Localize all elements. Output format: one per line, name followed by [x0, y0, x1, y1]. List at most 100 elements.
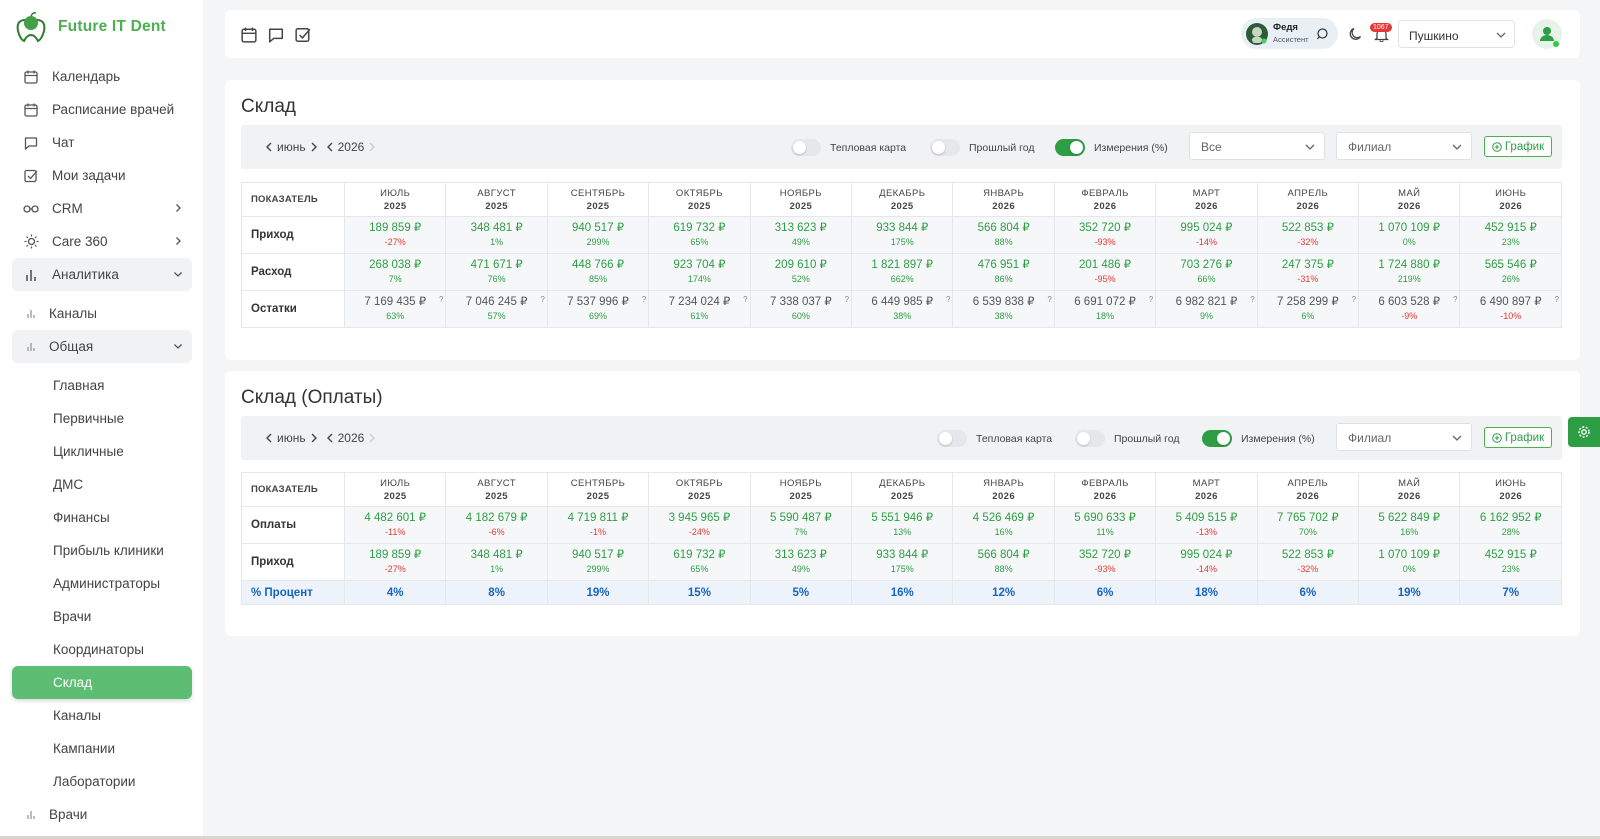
prev-year-toggle[interactable]: Прошлый год: [930, 139, 1034, 156]
table-cell[interactable]: 522 853 ₽ -32%: [1256, 216, 1360, 254]
table-cell[interactable]: 313 623 ₽ 49%: [749, 543, 853, 581]
chevron-right-icon[interactable]: [310, 433, 318, 443]
settings-side-tab[interactable]: [1568, 417, 1600, 447]
heatmap-toggle[interactable]: Тепловая карта: [937, 430, 1052, 447]
table-cell[interactable]: 4 719 811 ₽ -1%: [546, 506, 650, 544]
table-cell[interactable]: 7 258 299 ₽ 6%?: [1256, 290, 1360, 328]
help-icon[interactable]: ?: [540, 293, 544, 307]
city-select[interactable]: Пушкино: [1398, 20, 1515, 48]
chevron-right-icon[interactable]: [368, 433, 376, 443]
table-cell[interactable]: 7 537 996 ₽ 69%?: [546, 290, 650, 328]
table-cell[interactable]: 201 486 ₽ -95%: [1053, 253, 1157, 291]
table-cell[interactable]: 933 844 ₽ 175%: [851, 216, 954, 254]
help-icon[interactable]: ?: [743, 293, 747, 307]
help-icon[interactable]: ?: [845, 293, 849, 307]
table-cell[interactable]: 471 671 ₽ 76%: [445, 253, 548, 291]
toggle-switch[interactable]: [791, 139, 821, 156]
sidebar-item-crm[interactable]: CRM: [12, 192, 192, 225]
sidebar-item-calendar[interactable]: Календарь: [12, 60, 192, 93]
table-cell[interactable]: 5 622 849 ₽ 16%: [1358, 506, 1461, 544]
sidebar-item-campaigns[interactable]: Кампании: [12, 732, 192, 765]
table-cell[interactable]: 189 859 ₽ -27%: [343, 543, 447, 581]
toggle-switch[interactable]: [1055, 139, 1085, 156]
help-icon[interactable]: ?: [1149, 293, 1153, 307]
table-cell[interactable]: 619 732 ₽ 65%: [648, 543, 751, 581]
chevron-right-icon[interactable]: [368, 142, 376, 152]
chart-button[interactable]: График: [1484, 136, 1552, 157]
help-icon[interactable]: ?: [946, 293, 950, 307]
sidebar-item-doctors-section[interactable]: Врачи: [12, 798, 192, 831]
sidebar-item-tasks[interactable]: Мои задачи: [12, 159, 192, 192]
table-cell[interactable]: 348 481 ₽ 1%: [445, 216, 548, 254]
table-cell[interactable]: 6 162 952 ₽ 28%: [1459, 506, 1562, 544]
sidebar-item-cyclic[interactable]: Цикличные: [12, 435, 192, 468]
table-cell[interactable]: 476 951 ₽ 86%: [952, 253, 1055, 291]
table-cell[interactable]: 1 821 897 ₽ 662%: [851, 253, 954, 291]
table-cell[interactable]: 1 070 109 ₽ 0%: [1358, 543, 1461, 581]
table-cell[interactable]: 6 490 897 ₽ -10%?: [1459, 290, 1562, 328]
table-cell[interactable]: 522 853 ₽ -32%: [1256, 543, 1360, 581]
help-icon[interactable]: ?: [1555, 293, 1559, 307]
sidebar-item-channels[interactable]: Каналы: [12, 297, 192, 330]
help-icon[interactable]: ?: [1047, 293, 1051, 307]
table-cell[interactable]: 565 546 ₽ 26%: [1459, 253, 1562, 291]
table-cell[interactable]: 4 526 469 ₽ 16%: [952, 506, 1055, 544]
table-cell[interactable]: 6 982 821 ₽ 9%?: [1155, 290, 1258, 328]
sidebar-item-doctors[interactable]: Врачи: [12, 600, 192, 633]
sidebar-item-admins[interactable]: Администраторы: [12, 567, 192, 600]
table-cell[interactable]: 6 691 072 ₽ 18%?: [1053, 290, 1157, 328]
table-cell[interactable]: 3 945 965 ₽ -24%: [648, 506, 751, 544]
sidebar-item-warehouse[interactable]: Склад: [12, 666, 192, 699]
measurements-toggle[interactable]: Измерения (%): [1202, 430, 1315, 447]
chevron-left-icon[interactable]: [326, 433, 334, 443]
table-cell[interactable]: 247 375 ₽ -31%: [1256, 253, 1360, 291]
chevron-right-icon[interactable]: [310, 142, 318, 152]
table-cell[interactable]: 7 169 435 ₽ 63%?: [343, 290, 447, 328]
table-cell[interactable]: 348 481 ₽ 1%: [445, 543, 548, 581]
table-cell[interactable]: 5 690 633 ₽ 11%: [1053, 506, 1157, 544]
table-cell[interactable]: 933 844 ₽ 175%: [851, 543, 954, 581]
sidebar-item-analytics[interactable]: Аналитика: [12, 258, 192, 291]
sidebar-item-clinic-profit[interactable]: Прибыль клиники: [12, 534, 192, 567]
toggle-switch[interactable]: [1075, 430, 1105, 447]
table-cell[interactable]: 4 482 601 ₽ -11%: [343, 506, 447, 544]
table-cell[interactable]: 352 720 ₽ -93%: [1053, 543, 1157, 581]
table-cell[interactable]: 352 720 ₽ -93%: [1053, 216, 1157, 254]
sidebar-item-coordinators[interactable]: Координаторы: [12, 633, 192, 666]
table-cell[interactable]: 7 046 245 ₽ 57%?: [445, 290, 548, 328]
help-icon[interactable]: ?: [1352, 293, 1356, 307]
table-cell[interactable]: 189 859 ₽ -27%: [343, 216, 447, 254]
table-cell[interactable]: 566 804 ₽ 88%: [952, 543, 1055, 581]
branch-select[interactable]: Филиал: [1336, 423, 1472, 451]
assistant-chip[interactable]: Федя Ассистент: [1241, 18, 1338, 49]
table-cell[interactable]: 5 551 946 ₽ 13%: [851, 506, 954, 544]
table-cell[interactable]: 940 517 ₽ 299%: [546, 543, 650, 581]
branch-select[interactable]: Филиал: [1336, 132, 1472, 160]
table-cell[interactable]: 619 732 ₽ 65%: [648, 216, 751, 254]
app-logo[interactable]: Future IT Dent: [14, 10, 166, 44]
sidebar-item-labs[interactable]: Лаборатории: [12, 765, 192, 798]
measurements-toggle[interactable]: Измерения (%): [1055, 139, 1168, 156]
sidebar-item-main[interactable]: Главная: [12, 369, 192, 402]
heatmap-toggle[interactable]: Тепловая карта: [791, 139, 906, 156]
table-cell[interactable]: 7 765 702 ₽ 70%: [1256, 506, 1360, 544]
table-cell[interactable]: 209 610 ₽ 52%: [749, 253, 853, 291]
table-cell[interactable]: 566 804 ₽ 88%: [952, 216, 1055, 254]
chevron-left-icon[interactable]: [265, 142, 273, 152]
table-cell[interactable]: 1 724 880 ₽ 219%: [1358, 253, 1461, 291]
table-cell[interactable]: 6 603 528 ₽ -9%?: [1358, 290, 1461, 328]
table-cell[interactable]: 995 024 ₽ -14%: [1155, 216, 1258, 254]
calendar-icon[interactable]: [241, 27, 257, 43]
toggle-switch[interactable]: [930, 139, 960, 156]
user-avatar[interactable]: [1532, 19, 1562, 49]
task-check-icon[interactable]: [295, 27, 311, 43]
table-cell[interactable]: 7 338 037 ₽ 60%?: [749, 290, 853, 328]
help-icon[interactable]: ?: [439, 293, 443, 307]
chevron-left-icon[interactable]: [326, 142, 334, 152]
table-cell[interactable]: 452 915 ₽ 23%: [1459, 543, 1562, 581]
sidebar-item-primary[interactable]: Первичные: [12, 402, 192, 435]
sidebar-item-general[interactable]: Общая: [12, 330, 192, 363]
sidebar-item-channels-2[interactable]: Каналы: [12, 699, 192, 732]
table-cell[interactable]: 6 539 838 ₽ 38%?: [952, 290, 1055, 328]
table-cell[interactable]: 448 766 ₽ 85%: [546, 253, 650, 291]
